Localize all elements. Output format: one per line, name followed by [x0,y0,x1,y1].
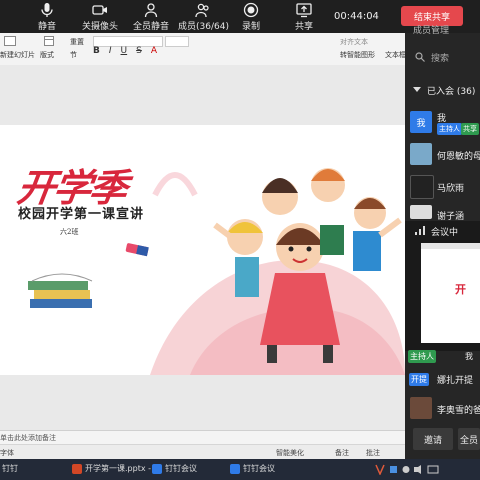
slide-subtitle: 六2班 [60,228,79,236]
avatar [410,397,432,419]
layout-button[interactable]: 版式 [40,50,54,60]
share-button[interactable]: 共享 [295,2,313,32]
invite-button[interactable]: 邀请 [413,428,453,450]
ppt-statusbar: 字体 智能美化 备注 批注 [0,444,405,460]
section-button[interactable]: 节 [70,50,77,60]
share-badge: 共享 [461,123,479,135]
in-meeting-label: 会议中 [431,228,459,238]
me-label: 我 [465,352,473,361]
slide-title: 校园开学第一课宣讲 [18,207,145,222]
member-name[interactable]: 娜扎开提 [437,373,473,386]
signal-icon [415,226,425,235]
mute-button[interactable]: 静音 [38,2,56,32]
record-button[interactable]: 录制 [242,2,260,32]
share-screen-icon [296,3,312,18]
slide-canvas[interactable]: 开学季 校园开学第一课宣讲 六2班 [0,125,405,375]
smart-beautify-button[interactable]: 智能美化 [276,448,304,458]
bold-button[interactable]: B [93,46,100,56]
font-size-select[interactable] [165,36,189,47]
slide-editor-area: 开学季 校园开学第一课宣讲 六2班 [0,65,405,430]
notes-pane[interactable]: 单击此处添加备注 [0,430,405,445]
avatar [410,205,432,219]
member-panel: 成员管理 搜索 已入会 (36) 我 我 主持人 共享 何恩敏的母 马欣雨 谢子… [405,26,480,459]
layout-icon [44,36,54,46]
taskbar-item[interactable]: 开学第一课.pptx - ... [72,463,161,474]
member-name[interactable]: 何恩敏的母 [437,149,480,162]
dingtalk-icon [230,463,240,474]
avatar [410,175,434,199]
chevron-down-icon[interactable] [413,87,421,93]
font-color-button[interactable]: A [151,46,157,56]
member-name[interactable]: 李奥雪的爸 [437,403,480,416]
taskbar-item[interactable]: 钉钉会议 [230,463,275,474]
mute-all-button[interactable]: 全员静音 [133,2,169,32]
members-button[interactable]: 成员(36/64) [178,2,229,32]
smartart-button[interactable]: 转智能图形 [340,50,375,60]
italic-button[interactable]: I [109,46,112,56]
microphone-icon [41,3,53,17]
align-text-button[interactable]: 对齐文本 [340,37,368,47]
status-font-label: 字体 [0,449,14,457]
record-icon [243,2,259,18]
rename-badge: 开提 [409,373,429,386]
member-search-input[interactable]: 搜索 [431,51,449,64]
comment-button[interactable]: 批注 [366,448,380,458]
meeting-mini-window[interactable]: 会议中 开 [405,221,480,351]
system-tray-icons[interactable] [374,464,444,475]
notes-button[interactable]: 备注 [335,448,349,458]
host-badge: 主持人 [437,123,462,135]
strike-button[interactable]: S [136,46,142,56]
joined-count: 已入会 (36) [427,87,476,97]
textbox-button[interactable]: 文本框 [385,50,406,60]
camera-button[interactable]: 关摄像头 [82,2,118,32]
ppt-ribbon: 新建幻灯片 版式 重置 节 B I U S A 对齐文本 转智能图形 文本框 [0,33,406,66]
notes-placeholder: 单击此处添加备注 [0,434,56,442]
new-slide-button[interactable]: 新建幻灯片 [0,50,35,60]
reset-button[interactable]: 重置 [70,37,84,47]
mini-art-title: 开 [455,283,466,296]
mute-all-icon [144,3,158,18]
mini-slide-preview: 开 [421,243,480,343]
dingtalk-icon [152,463,162,474]
panel-header: 成员管理 [413,26,450,36]
eraser-illustration [125,243,149,257]
taskbar: 钉钉 开学第一课.pptx - ... 钉钉会议 钉钉会议 [0,459,480,480]
taskbar-item[interactable]: 钉钉会议 [152,463,197,474]
camera-icon [92,5,107,15]
member-name[interactable]: 马欣雨 [437,181,464,194]
ppt-app-icon [72,463,82,474]
meeting-toolbar: 静音 关摄像头 全员静音 成员(36/64) 录制 共享 00:44:04 结束… [0,0,480,33]
meeting-timer: 00:44:04 [334,11,379,22]
avatar [410,143,432,165]
underline-button[interactable]: U [121,46,128,56]
mute-all-panel-button[interactable]: 全员 [458,428,480,450]
taskbar-item[interactable]: 钉钉 [2,463,18,474]
format-buttons: B I U S A [93,46,157,56]
mini-ribbon [421,243,480,249]
search-icon [415,52,425,62]
avatar: 我 [410,111,432,133]
kids-illustration [213,168,402,363]
members-icon [195,3,210,18]
books-illustration [28,273,93,308]
new-slide-icon [4,36,16,46]
host-badge: 主持人 [408,350,436,363]
